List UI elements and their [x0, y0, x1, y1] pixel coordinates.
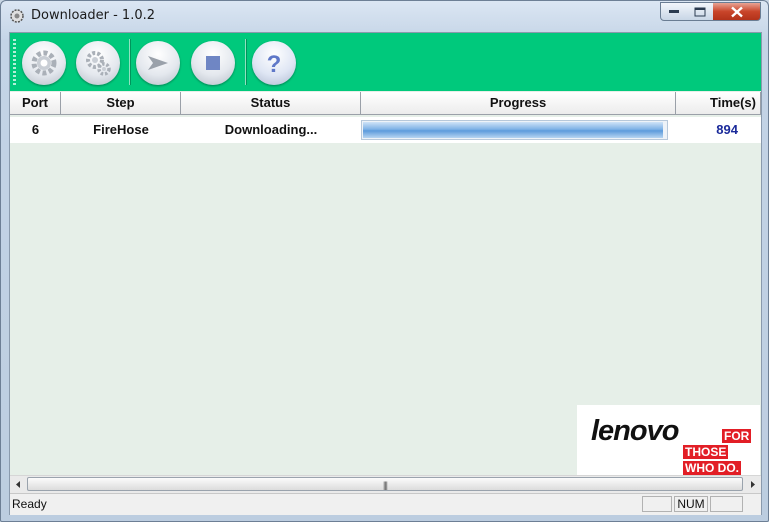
table-header: Port Step Status Progress Time(s)	[10, 92, 761, 115]
progress-fill	[363, 122, 663, 138]
scroll-grip-icon: |||	[382, 480, 388, 490]
step-cell: FireHose	[93, 122, 149, 137]
maximize-button[interactable]	[687, 2, 714, 21]
progress-bar	[361, 120, 668, 140]
toolbar-grip[interactable]	[13, 39, 16, 85]
lenovo-wordmark: lenovo	[591, 415, 679, 447]
num-lock-indicator: NUM	[674, 496, 708, 512]
port-cell: 6	[31, 122, 40, 137]
table-row[interactable]: 6 FireHose Downloading... 894	[10, 117, 761, 143]
scroll-right-button[interactable]	[744, 476, 761, 493]
column-header-time[interactable]: Time(s)	[676, 92, 761, 114]
status-cell: Downloading...	[224, 122, 318, 137]
help-button[interactable]: ?	[252, 41, 296, 85]
horizontal-scrollbar[interactable]: |||	[10, 475, 761, 493]
chevron-left-icon	[16, 481, 20, 488]
stop-icon	[206, 56, 220, 70]
gear-icon	[31, 50, 57, 76]
help-icon: ?	[267, 51, 282, 78]
stop-button[interactable]	[191, 41, 235, 85]
chevron-right-icon	[751, 481, 755, 488]
column-header-port[interactable]: Port	[10, 92, 61, 114]
start-button[interactable]	[136, 41, 180, 85]
minimize-icon	[669, 9, 679, 13]
logo-tagline-2: THOSE	[683, 445, 729, 459]
close-icon	[730, 6, 743, 17]
lenovo-logo: lenovo FOR THOSE WHO DO.	[577, 405, 760, 475]
toolbar: ?	[10, 33, 761, 91]
multi-settings-button[interactable]	[76, 41, 120, 85]
column-header-progress[interactable]: Progress	[361, 92, 676, 114]
minimize-button[interactable]	[660, 2, 688, 21]
time-cell: 894	[716, 122, 738, 137]
status-pane-empty	[710, 496, 743, 512]
column-header-status[interactable]: Status	[181, 92, 361, 114]
client-area: ? Port Step Status Progress Time(s) 6 Fi…	[9, 32, 762, 515]
svg-text:?: ?	[267, 51, 282, 78]
settings-button[interactable]	[22, 41, 66, 85]
close-button[interactable]	[713, 2, 761, 21]
gears-icon	[86, 51, 111, 76]
scroll-left-button[interactable]	[10, 476, 27, 493]
status-pane-empty	[642, 496, 672, 512]
app-gear-icon	[10, 9, 24, 23]
status-bar: Ready NUM	[10, 493, 761, 515]
title-bar[interactable]: Downloader - 1.0.2	[1, 1, 768, 31]
maximize-icon	[694, 7, 706, 16]
scroll-thumb[interactable]: |||	[27, 477, 743, 491]
logo-tagline-3: WHO DO.	[683, 461, 741, 475]
play-arrow-icon	[148, 56, 168, 70]
column-header-step[interactable]: Step	[61, 92, 181, 114]
window-title: Downloader - 1.0.2	[31, 8, 155, 23]
status-text: Ready	[12, 497, 47, 511]
toolbar-separator	[129, 39, 131, 85]
downloader-window: Downloader - 1.0.2 ? Port Step Status Pr…	[0, 0, 769, 522]
logo-tagline-1: FOR	[722, 429, 752, 443]
toolbar-separator	[245, 39, 247, 85]
